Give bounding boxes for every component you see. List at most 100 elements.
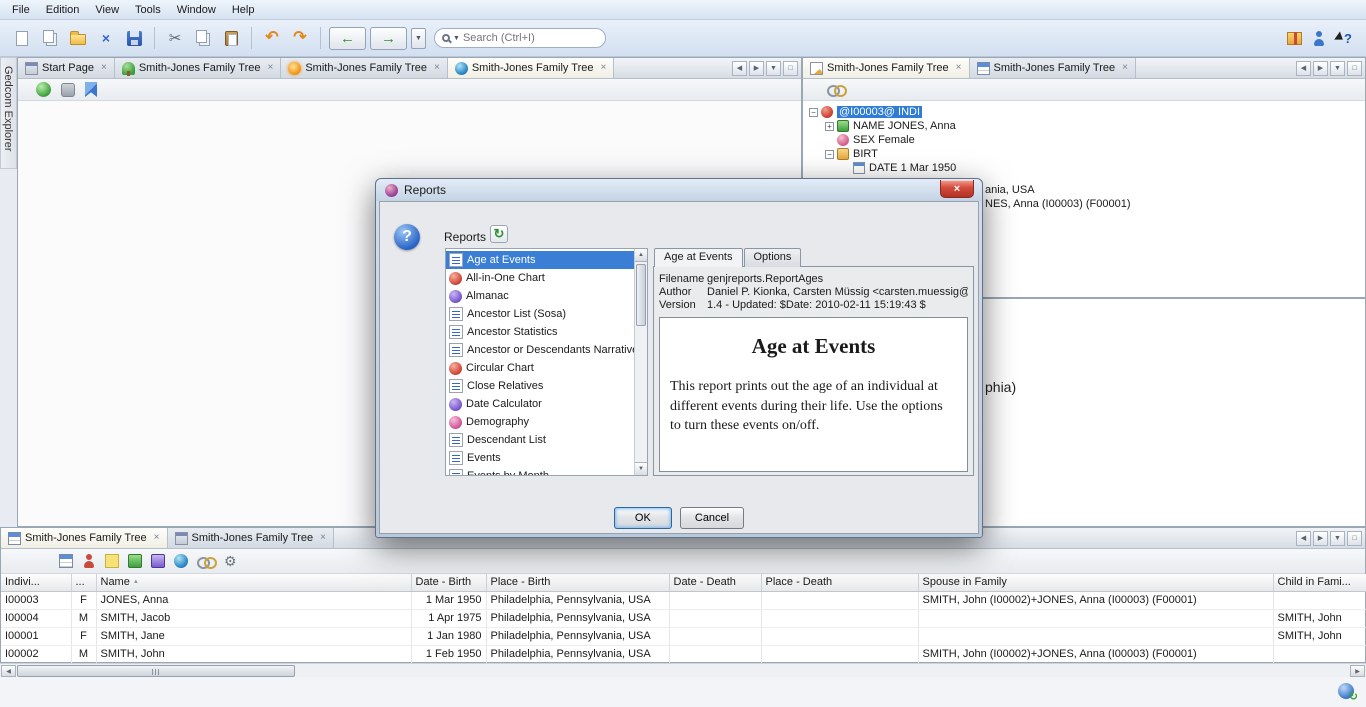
scroll-up-button[interactable]: ▲ bbox=[635, 249, 647, 262]
table-row[interactable]: I00001 F SMITH, Jane 1 Jan 1980 Philadel… bbox=[1, 627, 1366, 646]
sticky-mode-icon[interactable] bbox=[36, 82, 51, 97]
col-header-sex[interactable]: ... bbox=[71, 574, 97, 592]
scroll-left-button[interactable]: ◀ bbox=[1, 665, 16, 677]
tab-close-icon[interactable]: × bbox=[600, 63, 606, 73]
search-dropdown-icon[interactable]: ▼ bbox=[453, 35, 460, 42]
scrollbar-thumb[interactable] bbox=[17, 665, 295, 677]
col-header-date-death[interactable]: Date - Death bbox=[669, 574, 762, 592]
report-list-item[interactable]: Events bbox=[446, 449, 634, 467]
new-from-template-button[interactable] bbox=[37, 25, 63, 51]
tab-gedcom-editor[interactable]: Smith-Jones Family Tree × bbox=[803, 58, 970, 78]
scroll-tabs-left-button[interactable]: ◀ bbox=[732, 60, 747, 76]
tree-row[interactable]: + NAME JONES, Anna bbox=[819, 119, 1365, 133]
undo-button[interactable]: ↶ bbox=[259, 25, 285, 51]
col-header-spouse[interactable]: Spouse in Family bbox=[918, 574, 1274, 592]
new-file-button[interactable] bbox=[9, 25, 35, 51]
col-header-child[interactable]: Child in Fami... bbox=[1273, 574, 1366, 592]
tree-row[interactable]: SEX Female bbox=[819, 133, 1365, 147]
tree-row[interactable]: DATE 1 Mar 1950 bbox=[835, 161, 1365, 175]
maximize-panel-button[interactable]: □ bbox=[1347, 530, 1362, 546]
history-dropdown-button[interactable]: ▼ bbox=[411, 27, 426, 49]
user-icon[interactable] bbox=[1312, 30, 1326, 46]
context-help-icon[interactable]: ? bbox=[1336, 32, 1352, 45]
report-list-item[interactable]: Close Relatives bbox=[446, 377, 634, 395]
tab-family-tree-2[interactable]: Smith-Jones Family Tree × bbox=[281, 58, 448, 78]
scroll-tabs-right-button[interactable]: ▶ bbox=[749, 60, 764, 76]
scroll-tabs-left-button[interactable]: ◀ bbox=[1296, 530, 1311, 546]
tab-close-icon[interactable]: × bbox=[956, 63, 962, 73]
help-icon[interactable]: ? bbox=[394, 224, 420, 250]
individuals-filter-icon[interactable] bbox=[82, 554, 96, 568]
scroll-tabs-right-button[interactable]: ▶ bbox=[1313, 60, 1328, 76]
tab-close-icon[interactable]: × bbox=[1122, 63, 1128, 73]
menu-window[interactable]: Window bbox=[169, 1, 224, 19]
menu-edition[interactable]: Edition bbox=[38, 1, 88, 19]
settings-gear-icon[interactable]: ⚙ bbox=[224, 554, 237, 568]
dialog-titlebar[interactable]: Reports bbox=[376, 179, 982, 201]
col-header-date-birth[interactable]: Date - Birth bbox=[411, 574, 487, 592]
stop-icon[interactable] bbox=[61, 82, 75, 97]
report-list-item[interactable]: Events by Month bbox=[446, 467, 634, 475]
open-button[interactable] bbox=[65, 25, 91, 51]
cut-button[interactable]: ✂ bbox=[162, 25, 188, 51]
cancel-button[interactable]: Cancel bbox=[679, 507, 745, 529]
tree-row[interactable]: − BIRT bbox=[819, 147, 1365, 161]
submitter-icon[interactable] bbox=[174, 554, 188, 568]
note-icon[interactable] bbox=[105, 554, 119, 568]
ok-button[interactable]: OK bbox=[613, 507, 672, 529]
collapse-icon[interactable]: − bbox=[809, 107, 818, 117]
col-header-individual[interactable]: Indivi... bbox=[1, 574, 72, 592]
back-button[interactable]: ← bbox=[329, 26, 366, 50]
tab-list-dropdown-button[interactable]: ▼ bbox=[766, 60, 781, 76]
tab-list-dropdown-button[interactable]: ▼ bbox=[1330, 530, 1345, 546]
tab-entities-2[interactable]: Smith-Jones Family Tree × bbox=[167, 528, 334, 548]
tab-close-icon[interactable]: × bbox=[320, 533, 326, 543]
collapse-icon[interactable]: − bbox=[825, 149, 834, 159]
report-list-item[interactable]: All-in-One Chart bbox=[446, 269, 634, 287]
dialog-close-button[interactable]: × bbox=[940, 180, 974, 198]
delete-button[interactable]: × bbox=[93, 25, 119, 51]
tab-options[interactable]: Options bbox=[743, 248, 802, 267]
forward-button[interactable]: → bbox=[370, 26, 407, 50]
bookmark-icon[interactable] bbox=[85, 82, 97, 97]
tab-family-tree-3[interactable]: Smith-Jones Family Tree × bbox=[447, 58, 615, 78]
tab-list-dropdown-button[interactable]: ▼ bbox=[1330, 60, 1345, 76]
tab-close-icon[interactable]: × bbox=[434, 63, 440, 73]
report-list-item[interactable]: Date Calculator bbox=[446, 395, 634, 413]
tree-row-fragment[interactable]: ania, USA bbox=[985, 184, 1035, 196]
table-row[interactable]: I00003 F JONES, Anna 1 Mar 1950 Philadel… bbox=[1, 591, 1366, 610]
col-header-place-death[interactable]: Place - Death bbox=[761, 574, 919, 592]
report-list-item[interactable]: Almanac bbox=[446, 287, 634, 305]
plugins-icon[interactable] bbox=[1287, 31, 1303, 45]
col-header-place-birth[interactable]: Place - Birth bbox=[486, 574, 670, 592]
link-icon[interactable] bbox=[827, 84, 847, 97]
table-row[interactable]: I00002 M SMITH, John 1 Feb 1950 Philadel… bbox=[1, 645, 1366, 664]
scroll-down-button[interactable]: ▼ bbox=[635, 462, 647, 475]
scroll-tabs-right-button[interactable]: ▶ bbox=[1313, 530, 1328, 546]
search-input[interactable] bbox=[462, 32, 598, 44]
network-sync-icon[interactable]: ↻ bbox=[1338, 683, 1358, 703]
save-button[interactable] bbox=[121, 25, 147, 51]
report-list-item[interactable]: Ancestor or Descendants Narrative bbox=[446, 341, 634, 359]
tab-close-icon[interactable]: × bbox=[154, 533, 160, 543]
menu-tools[interactable]: Tools bbox=[127, 1, 169, 19]
tree-row-fragment[interactable]: NES, Anna (I00003) (F00001) bbox=[985, 198, 1131, 210]
reload-reports-button[interactable]: ↻ bbox=[490, 225, 508, 243]
report-list-item[interactable]: Demography bbox=[446, 413, 634, 431]
table-row[interactable]: I00004 M SMITH, Jacob 1 Apr 1975 Philade… bbox=[1, 609, 1366, 628]
paste-button[interactable] bbox=[218, 25, 244, 51]
source-icon[interactable] bbox=[151, 554, 165, 568]
scrollbar-thumb[interactable] bbox=[636, 264, 646, 326]
scroll-tabs-left-button[interactable]: ◀ bbox=[1296, 60, 1311, 76]
report-list-item[interactable]: Descendant List bbox=[446, 431, 634, 449]
media-icon[interactable] bbox=[128, 554, 142, 568]
tab-close-icon[interactable]: × bbox=[101, 63, 107, 73]
gedcom-explorer-strip[interactable]: Gedcom Explorer bbox=[0, 57, 17, 169]
link-icon[interactable] bbox=[197, 556, 217, 569]
tab-report-info[interactable]: Age at Events bbox=[654, 248, 743, 267]
table-view-icon[interactable] bbox=[59, 554, 73, 568]
report-list-item[interactable]: Circular Chart bbox=[446, 359, 634, 377]
report-list-item[interactable]: Ancestor List (Sosa) bbox=[446, 305, 634, 323]
redo-button[interactable]: ↷ bbox=[287, 25, 313, 51]
report-list-item[interactable]: Age at Events bbox=[446, 251, 634, 269]
